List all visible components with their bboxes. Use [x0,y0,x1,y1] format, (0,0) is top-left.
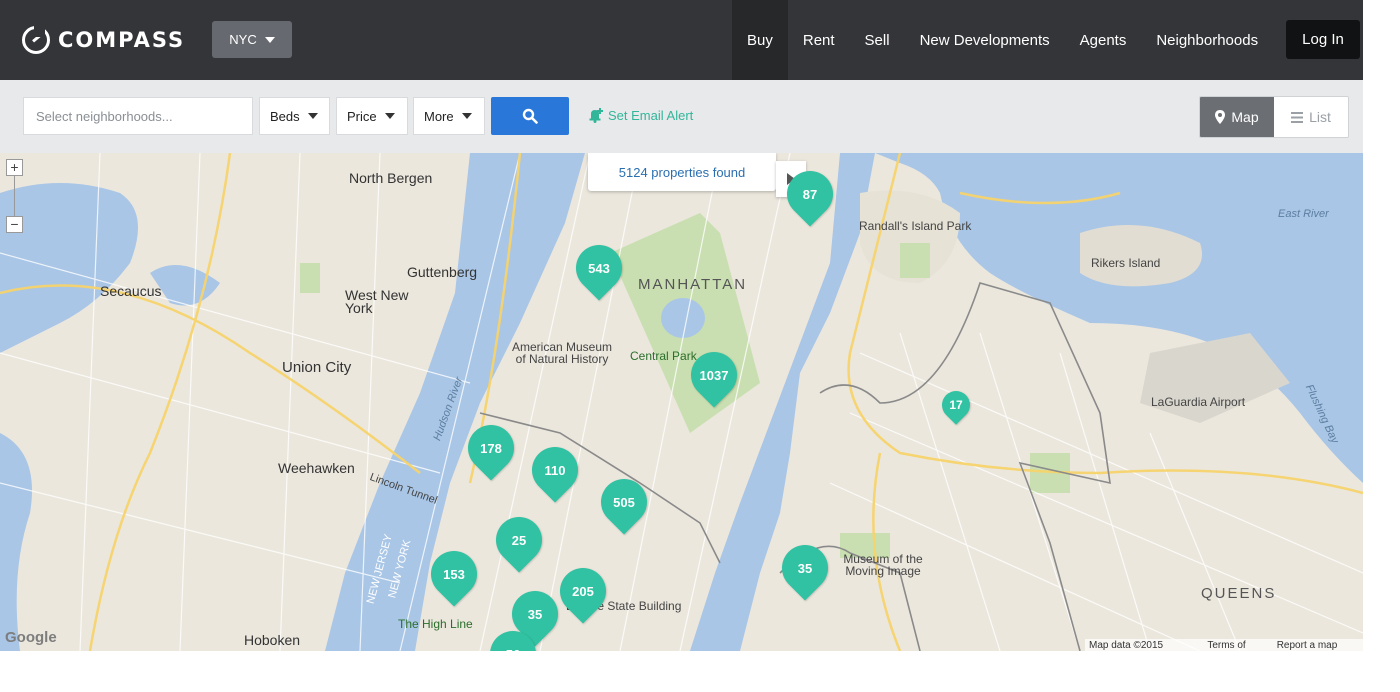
search-icon [522,108,538,124]
map-label-amnh: American Museum of Natural History [511,340,613,366]
nav-agents[interactable]: Agents [1065,0,1142,80]
map-label-north-bergen: North Bergen [349,170,433,186]
map-marker-icon [1215,110,1226,124]
city-label: NYC [229,32,257,47]
city-selector[interactable]: NYC [212,21,292,58]
nav-neighborhoods[interactable]: Neighborhoods [1141,0,1273,80]
neighborhood-search-input[interactable]: Select neighborhoods... [23,97,253,135]
filter-bar: Select neighborhoods... Beds Price More … [0,80,1363,154]
cluster-count: 505 [613,494,635,510]
map-label-high-line: The High Line [398,617,473,631]
cluster-count: 110 [544,462,566,478]
map-data-text: Map data ©2015 Google [1089,640,1164,651]
beds-label: Beds [270,108,300,124]
cluster-count: 153 [443,566,465,582]
brand-name: COMPASS [58,28,186,52]
results-count-label: 5124 properties found [618,164,746,180]
price-label: Price [347,108,377,124]
search-button[interactable] [491,97,569,135]
map-label-rikers-island: Rikers Island [1091,256,1161,270]
map-label-hoboken: Hoboken [244,632,301,648]
cluster-marker[interactable]: 35 [772,535,838,601]
map-label-west-new-york: West New York [345,287,409,316]
cluster-marker[interactable]: 543 [566,235,632,301]
cluster-count: 25 [511,532,527,548]
cluster-marker[interactable]: 178 [458,415,524,481]
chevron-down-icon [264,36,275,43]
set-email-alert-label: Set Email Alert [608,107,694,123]
login-button[interactable]: Log In [1286,20,1360,59]
zoom-control: + − [6,159,23,233]
beds-dropdown[interactable]: Beds [259,97,330,135]
top-navigation: COMPASS NYC Buy Rent Sell New Developmen… [0,0,1363,80]
cluster-count: 205 [572,583,594,599]
nav-rent[interactable]: Rent [788,0,850,80]
more-label: More [424,108,454,124]
chevron-down-icon [307,113,318,119]
nav-new-developments[interactable]: New Developments [905,0,1065,80]
map-label-central-park: Central Park [630,349,697,363]
cluster-count: 35 [797,560,813,576]
map-label-queens: QUEENS [1201,585,1277,602]
results-count: 5124 properties found [588,153,776,191]
map-view-label: Map [1231,109,1259,125]
cluster-count: 543 [588,260,610,276]
map-label-east-river: East River [1278,208,1329,220]
map-attribution: Map data ©2015 Google Terms of Use Repor… [1085,639,1363,651]
map-label-laguardia: LaGuardia Airport [1151,395,1246,409]
cluster-count: 178 [480,440,502,456]
cluster-marker[interactable]: 1037 [681,342,747,408]
main-nav: Buy Rent Sell New Developments Agents Ne… [732,0,1273,80]
map-label-secaucus: Secaucus [100,283,162,299]
cluster-count: 1037 [699,367,729,383]
cluster-marker[interactable]: 153 [421,541,487,607]
list-view-label: List [1309,109,1331,125]
map-label-weehawken: Weehawken [278,460,355,476]
map-label-randalls-island: Randall's Island Park [859,219,972,233]
more-dropdown[interactable]: More [413,97,485,135]
cluster-marker[interactable]: 110 [522,437,588,503]
list-view-button[interactable]: List [1274,97,1348,137]
terms-link[interactable]: Terms of Use [1207,640,1264,651]
chevron-down-icon [384,113,395,119]
cluster-marker[interactable]: 87 [777,161,843,227]
map-label-union-city: Union City [282,359,352,376]
zoom-in-button[interactable]: + [6,159,23,176]
report-error-link[interactable]: Report a map error [1277,640,1359,651]
list-icon [1291,111,1304,123]
google-logo[interactable]: Google [5,629,57,646]
cluster-marker[interactable]: 17 [936,385,976,425]
cluster-marker[interactable]: 25 [486,507,552,573]
nav-sell[interactable]: Sell [850,0,905,80]
zoom-out-button[interactable]: − [6,216,23,233]
search-placeholder: Select neighborhoods... [36,108,173,124]
bell-plus-icon [589,108,603,123]
map-label-museum-moving-image: Museum of the Moving Image [843,552,923,578]
view-toggle: Map List [1199,96,1349,138]
cluster-count: 17 [949,398,963,412]
price-dropdown[interactable]: Price [336,97,408,135]
compass-logo-icon [22,26,50,54]
cluster-count: 56 [490,631,536,652]
zoom-slider[interactable] [14,176,15,216]
cluster-marker[interactable]: 505 [591,469,657,535]
map-label-manhattan: MANHATTAN [638,276,748,293]
property-map[interactable]: + − 5124 properties found North Bergen S… [0,153,1363,651]
set-email-alert-link[interactable]: Set Email Alert [588,107,693,123]
nav-buy[interactable]: Buy [732,0,788,80]
cluster-count: 87 [802,186,818,202]
map-view-button[interactable]: Map [1200,97,1274,137]
compass-logo[interactable]: COMPASS [22,24,185,56]
cluster-marker[interactable]: 205 [550,558,616,624]
chevron-down-icon [461,113,472,119]
map-label-guttenberg: Guttenberg [407,264,478,280]
